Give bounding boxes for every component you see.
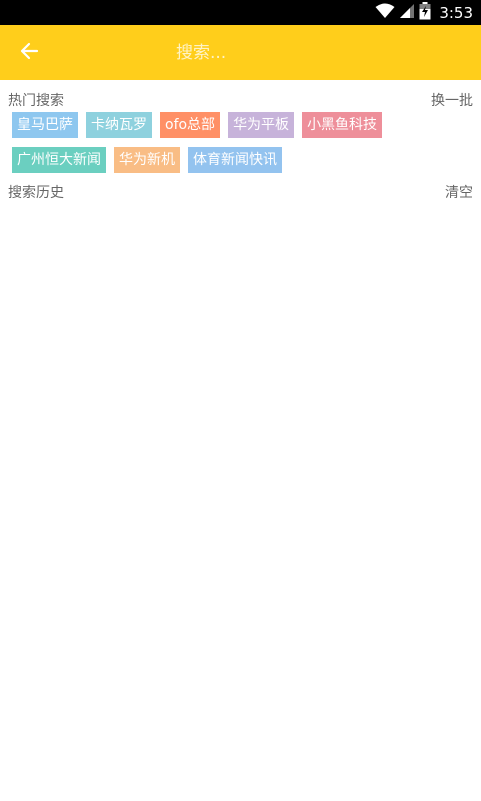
arrow-left-icon [19, 41, 39, 65]
status-time: 3:53 [439, 3, 473, 22]
search-history-title: 搜索历史 [8, 185, 64, 201]
hot-tag[interactable]: 皇马巴萨 [12, 112, 78, 138]
tag-row: 广州恒大新闻 华为新机 体育新闻快讯 [12, 147, 472, 173]
clear-history-button[interactable]: 清空 [445, 182, 473, 202]
signal-icon [399, 3, 415, 23]
status-bar: 3:53 [0, 0, 481, 25]
hot-tag[interactable]: 广州恒大新闻 [12, 147, 106, 173]
hot-search-tags: 皇马巴萨 卡纳瓦罗 ofo总部 华为平板 小黑鱼科技 广州恒大新闻 华为新机 体… [12, 112, 472, 182]
toolbar [0, 25, 481, 80]
search-history-header: 搜索历史 清空 [0, 182, 481, 202]
search-history-list [0, 205, 481, 795]
hot-tag[interactable]: 小黑鱼科技 [302, 112, 383, 138]
hot-tag[interactable]: ofo总部 [160, 112, 221, 138]
hot-search-header: 热门搜索 换一批 [0, 90, 481, 110]
status-icons: 3:53 [375, 0, 473, 25]
refresh-tags-button[interactable]: 换一批 [431, 90, 473, 110]
search-input[interactable] [160, 37, 476, 69]
hot-tag[interactable]: 华为新机 [114, 147, 180, 173]
hot-tag[interactable]: 体育新闻快讯 [188, 147, 282, 173]
hot-tag[interactable]: 华为平板 [228, 112, 295, 138]
hot-tag[interactable]: 卡纳瓦罗 [86, 112, 152, 138]
back-button[interactable] [10, 34, 48, 72]
hot-search-title: 热门搜索 [8, 93, 64, 109]
battery-icon [419, 1, 431, 24]
tag-row: 皇马巴萨 卡纳瓦罗 ofo总部 华为平板 小黑鱼科技 [12, 112, 472, 138]
wifi-icon [375, 3, 395, 23]
